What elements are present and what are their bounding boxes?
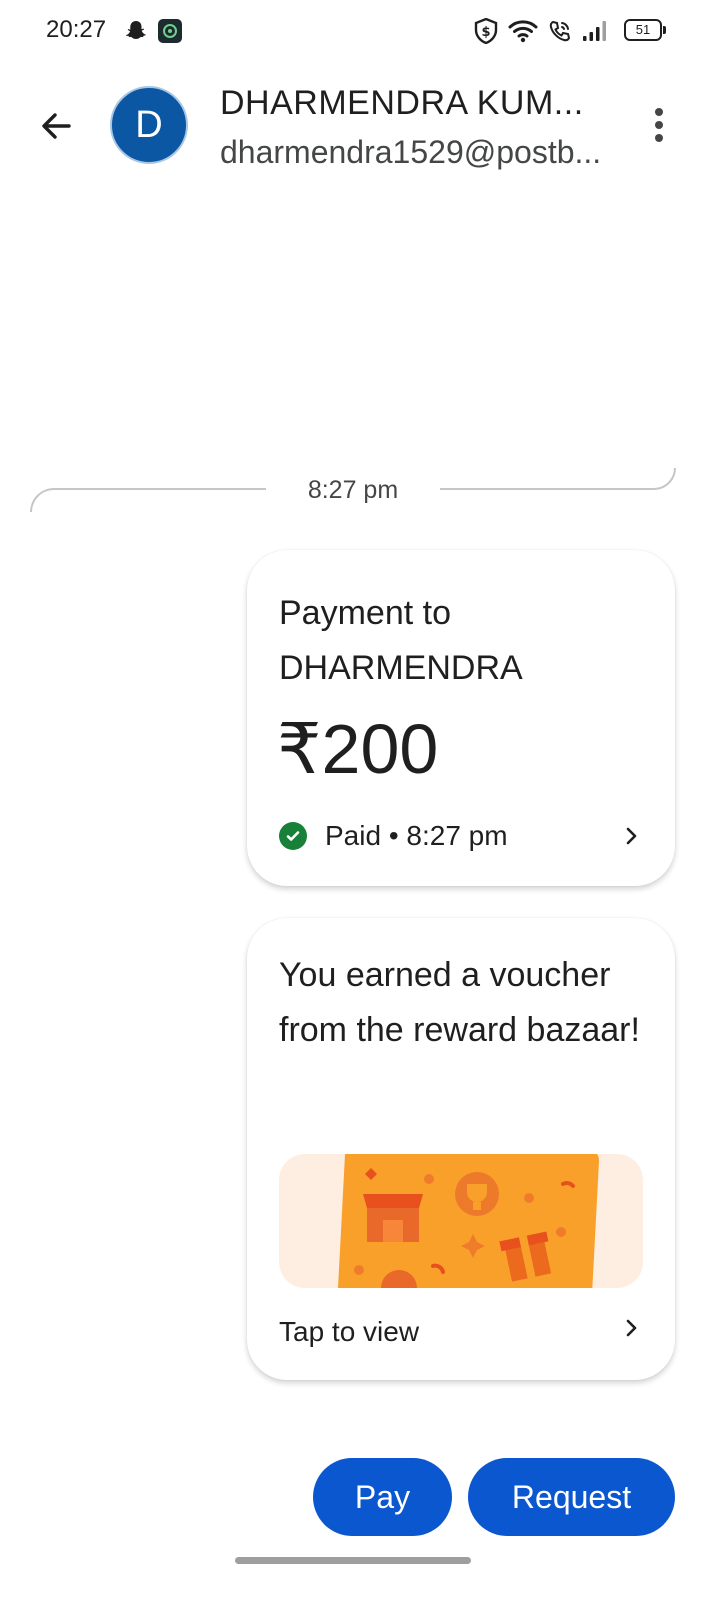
tap-to-view-link[interactable]: Tap to view bbox=[279, 1316, 419, 1348]
svg-text:$: $ bbox=[481, 25, 490, 40]
avatar[interactable]: D bbox=[110, 86, 188, 164]
arrow-back-icon bbox=[42, 113, 71, 139]
conversation-header: D DHARMENDRA KUM... dharmendra1529@postb… bbox=[0, 70, 720, 180]
wifi-icon bbox=[508, 19, 538, 43]
gesture-navigation-bar[interactable] bbox=[235, 1557, 471, 1564]
reward-card[interactable]: You earned a voucher from the reward baz… bbox=[247, 918, 675, 1380]
snapchat-icon bbox=[124, 19, 148, 43]
payment-card[interactable]: Payment to DHARMENDRA ₹200 Paid • 8:27 p… bbox=[247, 550, 675, 886]
wifi-calling-icon bbox=[548, 19, 572, 43]
payment-title: Payment to DHARMENDRA bbox=[279, 594, 523, 687]
payment-status: Paid • 8:27 pm bbox=[279, 818, 508, 854]
chevron-right-icon[interactable] bbox=[619, 824, 643, 848]
more-vert-icon bbox=[655, 108, 663, 116]
signal-icon bbox=[582, 19, 608, 43]
request-button[interactable]: Request bbox=[468, 1458, 675, 1536]
payment-amount: ₹200 bbox=[277, 710, 439, 788]
battery-icon: 51 bbox=[624, 19, 666, 41]
app-icon bbox=[158, 19, 182, 43]
voucher-image[interactable] bbox=[279, 1154, 643, 1288]
conversation-timestamp: 8:27 pm bbox=[307, 476, 399, 504]
check-circle-icon bbox=[279, 822, 307, 850]
status-time: 20:27 bbox=[46, 16, 107, 43]
payment-status-text: Paid • 8:27 pm bbox=[325, 820, 508, 851]
timestamp-divider: 8:27 pm bbox=[30, 468, 676, 512]
contact-upi-id[interactable]: dharmendra1529@postb... bbox=[220, 134, 600, 171]
store-icon bbox=[363, 1194, 423, 1242]
trophy-icon bbox=[455, 1172, 499, 1216]
status-bar: 20:27 $ 51 bbox=[0, 0, 720, 62]
pay-button[interactable]: Pay bbox=[313, 1458, 452, 1536]
vpn-shield-icon: $ bbox=[474, 18, 498, 44]
chevron-right-icon[interactable] bbox=[619, 1316, 643, 1340]
back-button[interactable] bbox=[28, 98, 84, 154]
reward-title: You earned a voucher from the reward baz… bbox=[279, 956, 640, 1049]
contact-name[interactable]: DHARMENDRA KUM... bbox=[220, 84, 600, 123]
status-icons: $ bbox=[474, 17, 608, 45]
more-options-button[interactable] bbox=[634, 100, 684, 150]
